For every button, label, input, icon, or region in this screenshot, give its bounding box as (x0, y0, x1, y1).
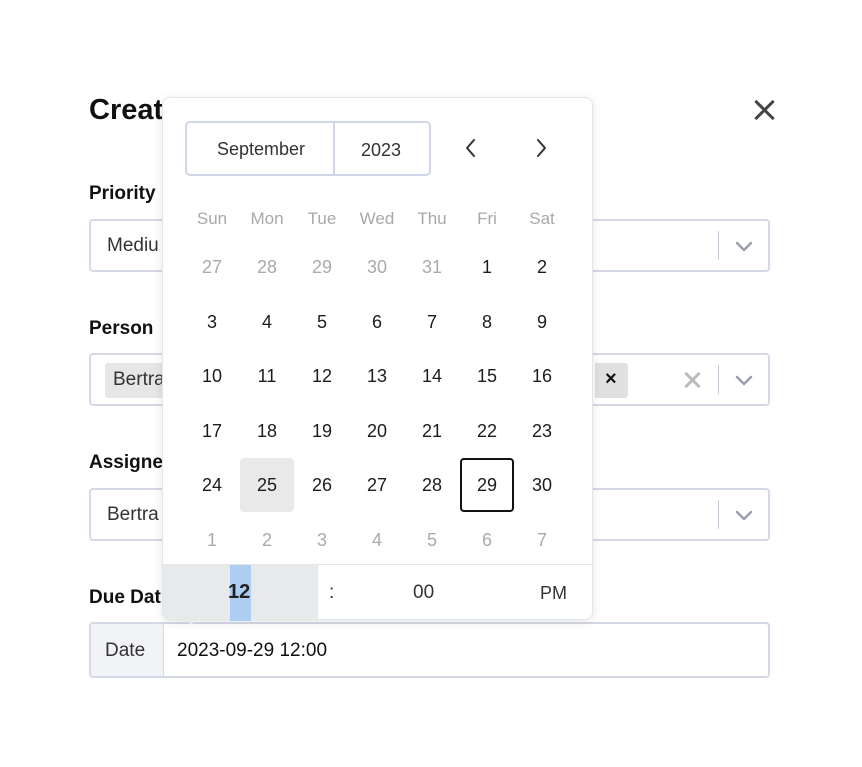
calendar-day[interactable]: 3 (185, 295, 239, 349)
due-date-label: Due Dat (89, 587, 161, 608)
calendar-day[interactable]: 23 (515, 404, 569, 458)
date-prefix: Date (91, 624, 164, 676)
divider (718, 231, 719, 260)
dialog-title: Creat (89, 94, 164, 126)
tag-remove-button[interactable]: × (595, 363, 628, 398)
calendar-day[interactable]: 1 (185, 513, 239, 567)
weekday-tue: Tue (307, 209, 337, 228)
time-picker: 12 : 00 PM (163, 564, 594, 621)
page: Creat Priority Mediu Person Bertra × Ass… (0, 0, 862, 767)
chevron-down-icon[interactable] (731, 502, 757, 528)
meridiem-field[interactable]: PM (540, 583, 567, 604)
calendar-day[interactable]: 18 (240, 404, 294, 458)
calendar-day[interactable]: 6 (460, 513, 514, 567)
calendar-day[interactable]: 19 (295, 404, 349, 458)
calendar-day[interactable]: 15 (460, 349, 514, 403)
calendar-day[interactable]: 24 (185, 458, 239, 512)
calendar-day[interactable]: 26 (295, 458, 349, 512)
divider (718, 365, 719, 394)
month-value: September (217, 139, 306, 159)
due-date-field[interactable]: Date 2023-09-29 12:00 (89, 622, 770, 678)
calendar-day[interactable]: 14 (405, 349, 459, 403)
weekday-fri: Fri (477, 209, 497, 228)
calendar-day[interactable]: 27 (350, 458, 404, 512)
chevron-down-icon[interactable] (731, 233, 757, 259)
calendar-day[interactable]: 6 (350, 295, 404, 349)
priority-value: Mediu (107, 235, 159, 256)
weekday-mon: Mon (250, 209, 284, 228)
calendar-day[interactable]: 25 (240, 458, 294, 512)
weekday-wed: Wed (359, 209, 395, 228)
close-icon: × (605, 368, 617, 390)
minute-field[interactable]: 00 (413, 582, 434, 604)
date-prefix-label: Date (105, 640, 146, 661)
calendar-day[interactable]: 5 (295, 295, 349, 349)
calendar-day[interactable]: 7 (405, 295, 459, 349)
hour-field[interactable]: 12 (163, 565, 318, 621)
calendar-day[interactable]: 31 (405, 240, 459, 294)
chevron-right-icon (537, 139, 546, 157)
popover-arrow (184, 617, 198, 625)
previous-month-button[interactable] (459, 136, 483, 160)
calendar-day[interactable]: 20 (350, 404, 404, 458)
time-separator: : (329, 582, 335, 603)
calendar-day[interactable]: 17 (185, 404, 239, 458)
person-label: Person (89, 318, 154, 339)
calendar-day[interactable]: 4 (240, 295, 294, 349)
calendar-day[interactable]: 22 (460, 404, 514, 458)
weekday-sun: Sun (196, 209, 228, 228)
calendar-day[interactable]: 29 (295, 240, 349, 294)
month-select[interactable]: September (185, 121, 334, 176)
weekday-sat: Sat (529, 209, 555, 228)
close-icon[interactable] (751, 96, 779, 124)
chevron-left-icon (466, 139, 475, 157)
weekday-thu: Thu (417, 209, 447, 228)
calendar-day[interactable]: 10 (185, 349, 239, 403)
year-value: 2023 (361, 140, 402, 160)
calendar-day[interactable]: 9 (515, 295, 569, 349)
calendar-day[interactable]: 29 (460, 458, 514, 512)
calendar-day[interactable]: 7 (515, 513, 569, 567)
next-month-button[interactable] (529, 136, 553, 160)
calendar-day[interactable]: 1 (460, 240, 514, 294)
calendar-day[interactable]: 30 (350, 240, 404, 294)
due-date-input[interactable]: 2023-09-29 12:00 (177, 640, 327, 662)
priority-label: Priority (89, 183, 156, 204)
assignee-label: Assigne (89, 452, 163, 473)
calendar-day[interactable]: 2 (515, 240, 569, 294)
assignee-value: Bertra (107, 504, 159, 525)
calendar-day[interactable]: 8 (460, 295, 514, 349)
calendar-day[interactable]: 4 (350, 513, 404, 567)
calendar-day[interactable]: 5 (405, 513, 459, 567)
calendar-day[interactable]: 21 (405, 404, 459, 458)
clear-icon[interactable] (681, 369, 703, 391)
chevron-down-icon[interactable] (731, 367, 757, 393)
calendar-day[interactable]: 28 (405, 458, 459, 512)
date-picker-popover: September 2023 Sun Mon Tue Wed Thu Fri Sat 27 2… (162, 97, 594, 621)
calendar-day[interactable]: 16 (515, 349, 569, 403)
calendar-day[interactable]: 11 (240, 349, 294, 403)
calendar-day[interactable]: 3 (295, 513, 349, 567)
divider (718, 500, 719, 529)
year-select[interactable]: 2023 (333, 121, 431, 176)
hour-value: 12 (228, 581, 251, 603)
calendar-day[interactable]: 30 (515, 458, 569, 512)
calendar-day[interactable]: 12 (295, 349, 349, 403)
calendar-day[interactable]: 27 (185, 240, 239, 294)
calendar-day[interactable]: 2 (240, 513, 294, 567)
calendar-day[interactable]: 13 (350, 349, 404, 403)
calendar-day[interactable]: 28 (240, 240, 294, 294)
